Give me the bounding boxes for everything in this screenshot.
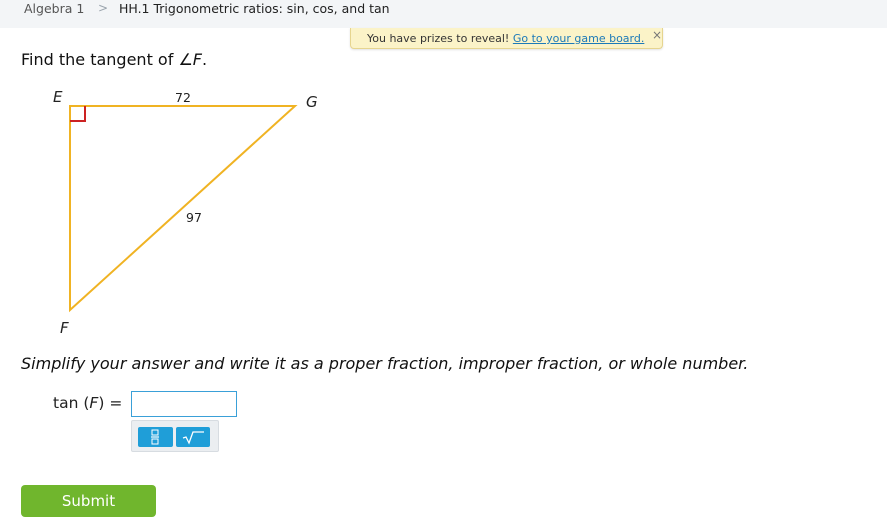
vertex-e-label: E [53,88,63,106]
vertex-g-label: G [306,93,318,111]
equation-open-paren: ( [78,394,90,412]
submit-button[interactable]: Submit [21,485,156,517]
side-fg-label: 97 [186,210,202,225]
square-root-icon [182,431,204,445]
instruction-text: Simplify your answer and write it as a p… [21,354,749,373]
math-toolbar [131,420,219,452]
equation-var: F [89,394,99,412]
equation-close-paren: ) [98,394,105,412]
fraction-icon [151,429,159,445]
answer-input[interactable] [131,391,237,417]
square-root-button[interactable] [176,427,210,447]
side-eg-label: 72 [175,90,191,105]
fraction-button[interactable] [138,427,173,447]
equation-fn: tan [53,394,79,412]
equation-equals: = [109,394,123,412]
right-angle-marker [70,106,86,122]
vertex-f-label: F [60,319,69,337]
equation-label: tan (F) = [53,394,122,412]
triangle-shape [69,105,298,313]
